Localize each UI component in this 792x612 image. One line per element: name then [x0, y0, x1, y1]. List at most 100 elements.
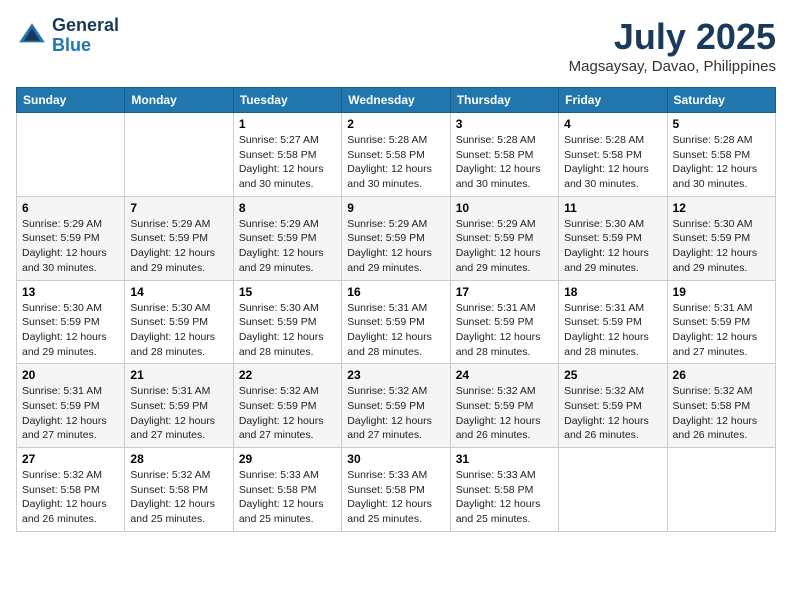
day-info: Sunrise: 5:28 AMSunset: 5:58 PMDaylight:… [564, 133, 661, 192]
day-info: Sunrise: 5:29 AMSunset: 5:59 PMDaylight:… [456, 217, 553, 276]
calendar-cell: 22 Sunrise: 5:32 AMSunset: 5:59 PMDayligh… [233, 364, 341, 448]
day-number: 14 [130, 285, 227, 299]
day-number: 9 [347, 201, 444, 215]
day-info: Sunrise: 5:32 AMSunset: 5:58 PMDaylight:… [673, 384, 770, 443]
calendar-cell: 15 Sunrise: 5:30 AMSunset: 5:59 PMDayligh… [233, 280, 341, 364]
calendar-cell: 27 Sunrise: 5:32 AMSunset: 5:58 PMDayligh… [17, 448, 125, 532]
day-number: 30 [347, 452, 444, 466]
calendar-body: 1 Sunrise: 5:27 AMSunset: 5:58 PMDaylight… [17, 113, 776, 532]
day-number: 17 [456, 285, 553, 299]
day-number: 13 [22, 285, 119, 299]
day-info: Sunrise: 5:29 AMSunset: 5:59 PMDaylight:… [239, 217, 336, 276]
calendar-cell: 13 Sunrise: 5:30 AMSunset: 5:59 PMDayligh… [17, 280, 125, 364]
location-subtitle: Magsaysay, Davao, Philippines [569, 58, 776, 75]
calendar-cell: 11 Sunrise: 5:30 AMSunset: 5:59 PMDayligh… [559, 196, 667, 280]
day-info: Sunrise: 5:27 AMSunset: 5:58 PMDaylight:… [239, 133, 336, 192]
day-info: Sunrise: 5:30 AMSunset: 5:59 PMDaylight:… [673, 217, 770, 276]
day-info: Sunrise: 5:31 AMSunset: 5:59 PMDaylight:… [456, 301, 553, 360]
weekday-header-sunday: Sunday [17, 88, 125, 113]
calendar-week-5: 27 Sunrise: 5:32 AMSunset: 5:58 PMDayligh… [17, 448, 776, 532]
logo-icon [16, 20, 48, 52]
calendar-cell: 4 Sunrise: 5:28 AMSunset: 5:58 PMDaylight… [559, 113, 667, 197]
calendar-cell [125, 113, 233, 197]
day-number: 15 [239, 285, 336, 299]
day-number: 22 [239, 368, 336, 382]
day-number: 3 [456, 117, 553, 131]
day-info: Sunrise: 5:33 AMSunset: 5:58 PMDaylight:… [456, 468, 553, 527]
calendar-cell [17, 113, 125, 197]
day-info: Sunrise: 5:31 AMSunset: 5:59 PMDaylight:… [673, 301, 770, 360]
day-info: Sunrise: 5:29 AMSunset: 5:59 PMDaylight:… [130, 217, 227, 276]
day-number: 19 [673, 285, 770, 299]
logo: General Blue [16, 16, 119, 56]
calendar-cell: 5 Sunrise: 5:28 AMSunset: 5:58 PMDaylight… [667, 113, 775, 197]
calendar-cell: 20 Sunrise: 5:31 AMSunset: 5:59 PMDayligh… [17, 364, 125, 448]
day-info: Sunrise: 5:29 AMSunset: 5:59 PMDaylight:… [22, 217, 119, 276]
day-number: 20 [22, 368, 119, 382]
day-info: Sunrise: 5:30 AMSunset: 5:59 PMDaylight:… [564, 217, 661, 276]
calendar-cell: 24Sunrise: 5:32 AMSunset: 5:59 PMDayligh… [450, 364, 558, 448]
day-number: 29 [239, 452, 336, 466]
calendar-cell [667, 448, 775, 532]
calendar-cell: 6 Sunrise: 5:29 AMSunset: 5:59 PMDaylight… [17, 196, 125, 280]
weekday-header-saturday: Saturday [667, 88, 775, 113]
calendar-cell: 10 Sunrise: 5:29 AMSunset: 5:59 PMDayligh… [450, 196, 558, 280]
calendar-cell: 21 Sunrise: 5:31 AMSunset: 5:59 PMDayligh… [125, 364, 233, 448]
day-info: Sunrise: 5:28 AMSunset: 5:58 PMDaylight:… [347, 133, 444, 192]
day-number: 8 [239, 201, 336, 215]
day-number: 1 [239, 117, 336, 131]
day-info: Sunrise: 5:32 AMSunset: 5:59 PMDaylight:… [239, 384, 336, 443]
calendar-cell: 29Sunrise: 5:33 AMSunset: 5:58 PMDayligh… [233, 448, 341, 532]
day-info: Sunrise: 5:32 AMSunset: 5:59 PMDaylight:… [564, 384, 661, 443]
calendar-cell: 31 Sunrise: 5:33 AMSunset: 5:58 PMDayligh… [450, 448, 558, 532]
day-number: 5 [673, 117, 770, 131]
calendar-cell: 17 Sunrise: 5:31 AMSunset: 5:59 PMDayligh… [450, 280, 558, 364]
calendar-cell: 3Sunrise: 5:28 AMSunset: 5:58 PMDaylight… [450, 113, 558, 197]
calendar-cell: 1 Sunrise: 5:27 AMSunset: 5:58 PMDaylight… [233, 113, 341, 197]
day-info: Sunrise: 5:31 AMSunset: 5:59 PMDaylight:… [347, 301, 444, 360]
calendar-cell: 18Sunrise: 5:31 AMSunset: 5:59 PMDayligh… [559, 280, 667, 364]
day-info: Sunrise: 5:32 AMSunset: 5:58 PMDaylight:… [22, 468, 119, 527]
day-info: Sunrise: 5:28 AMSunset: 5:58 PMDaylight:… [673, 133, 770, 192]
logo-line1: General [52, 16, 119, 36]
calendar-week-1: 1 Sunrise: 5:27 AMSunset: 5:58 PMDaylight… [17, 113, 776, 197]
day-info: Sunrise: 5:30 AMSunset: 5:59 PMDaylight:… [130, 301, 227, 360]
day-info: Sunrise: 5:30 AMSunset: 5:59 PMDaylight:… [239, 301, 336, 360]
calendar-cell: 19 Sunrise: 5:31 AMSunset: 5:59 PMDayligh… [667, 280, 775, 364]
day-number: 27 [22, 452, 119, 466]
day-number: 25 [564, 368, 661, 382]
day-number: 4 [564, 117, 661, 131]
day-info: Sunrise: 5:31 AMSunset: 5:59 PMDaylight:… [564, 301, 661, 360]
day-info: Sunrise: 5:31 AMSunset: 5:59 PMDaylight:… [130, 384, 227, 443]
day-number: 26 [673, 368, 770, 382]
day-info: Sunrise: 5:32 AMSunset: 5:58 PMDaylight:… [130, 468, 227, 527]
page-header: General Blue July 2025 Magsaysay, Davao,… [16, 16, 776, 75]
day-number: 31 [456, 452, 553, 466]
calendar-cell: 30Sunrise: 5:33 AMSunset: 5:58 PMDayligh… [342, 448, 450, 532]
day-number: 7 [130, 201, 227, 215]
calendar-cell: 12 Sunrise: 5:30 AMSunset: 5:59 PMDayligh… [667, 196, 775, 280]
day-number: 2 [347, 117, 444, 131]
calendar-cell: 28Sunrise: 5:32 AMSunset: 5:58 PMDayligh… [125, 448, 233, 532]
logo-text: General Blue [52, 16, 119, 56]
calendar-week-2: 6 Sunrise: 5:29 AMSunset: 5:59 PMDaylight… [17, 196, 776, 280]
day-number: 24 [456, 368, 553, 382]
calendar-cell: 25 Sunrise: 5:32 AMSunset: 5:59 PMDayligh… [559, 364, 667, 448]
day-info: Sunrise: 5:31 AMSunset: 5:59 PMDaylight:… [22, 384, 119, 443]
day-number: 21 [130, 368, 227, 382]
calendar-cell: 8 Sunrise: 5:29 AMSunset: 5:59 PMDaylight… [233, 196, 341, 280]
weekday-header-wednesday: Wednesday [342, 88, 450, 113]
weekday-header-tuesday: Tuesday [233, 88, 341, 113]
weekday-header-row: SundayMondayTuesdayWednesdayThursdayFrid… [17, 88, 776, 113]
calendar-cell: 16Sunrise: 5:31 AMSunset: 5:59 PMDayligh… [342, 280, 450, 364]
weekday-header-friday: Friday [559, 88, 667, 113]
day-number: 6 [22, 201, 119, 215]
calendar-cell: 7 Sunrise: 5:29 AMSunset: 5:59 PMDaylight… [125, 196, 233, 280]
day-info: Sunrise: 5:30 AMSunset: 5:59 PMDaylight:… [22, 301, 119, 360]
day-number: 10 [456, 201, 553, 215]
day-number: 11 [564, 201, 661, 215]
day-number: 12 [673, 201, 770, 215]
calendar-cell: 9Sunrise: 5:29 AMSunset: 5:59 PMDaylight… [342, 196, 450, 280]
logo-line2: Blue [52, 36, 119, 56]
calendar-cell: 14 Sunrise: 5:30 AMSunset: 5:59 PMDayligh… [125, 280, 233, 364]
